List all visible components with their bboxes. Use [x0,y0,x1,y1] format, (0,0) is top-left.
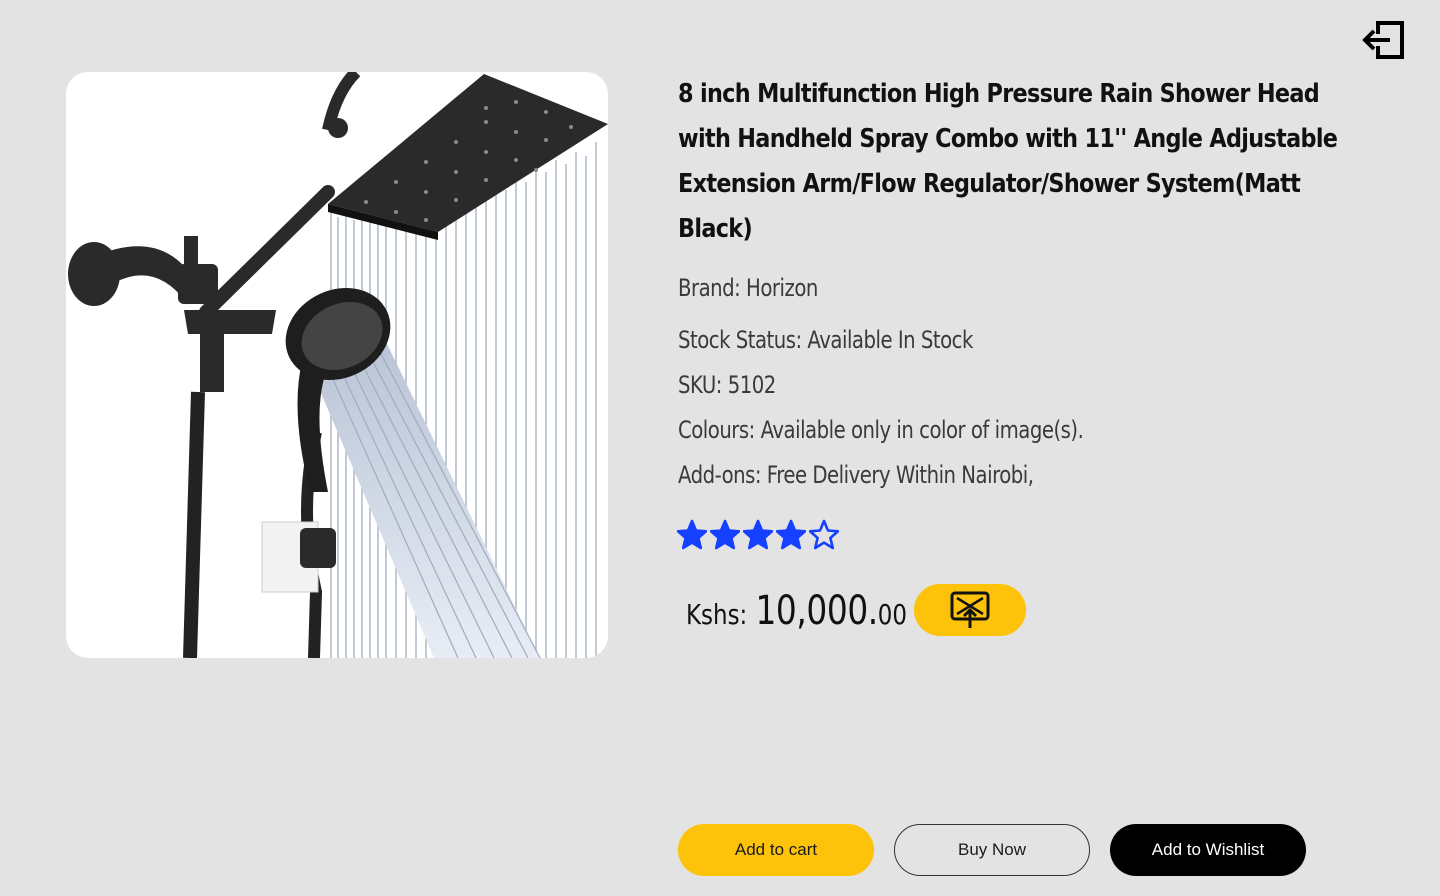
rating-stars [677,519,839,551]
product-addons: Add-ons: Free Delivery Within Nairobi, [678,461,1034,489]
star-filled-icon [710,519,740,550]
product-brand: Brand: Horizon [678,274,818,302]
product-title: 8 inch Multifunction High Pressure Rain … [678,79,1338,244]
exit-left-icon [1362,21,1404,59]
star-outline-icon [809,519,839,550]
product-sku: SKU: 5102 [678,371,776,399]
star-filled-icon [776,519,806,550]
stock-status: Stock Status: Available In Stock [678,326,973,354]
add-to-cart-button[interactable]: Add to cart [678,824,874,876]
shower-head-product-image [68,72,608,658]
add-to-wishlist-button[interactable]: Add to Wishlist [1110,824,1306,876]
star-filled-icon [743,519,773,550]
product-price: Kshs: 10,000. 00 [686,588,907,634]
star-filled-icon [677,519,707,550]
ar-view-button[interactable] [914,584,1026,636]
price-cents: 00 [877,598,908,631]
product-colours: Colours: Available only in color of imag… [678,416,1084,444]
price-currency: Kshs: [686,598,748,631]
ar-view-icon [950,591,990,628]
product-image [66,72,608,658]
price-amount: 10,000. [755,588,878,634]
buy-now-button[interactable]: Buy Now [894,824,1090,876]
exit-button[interactable] [1362,20,1406,60]
